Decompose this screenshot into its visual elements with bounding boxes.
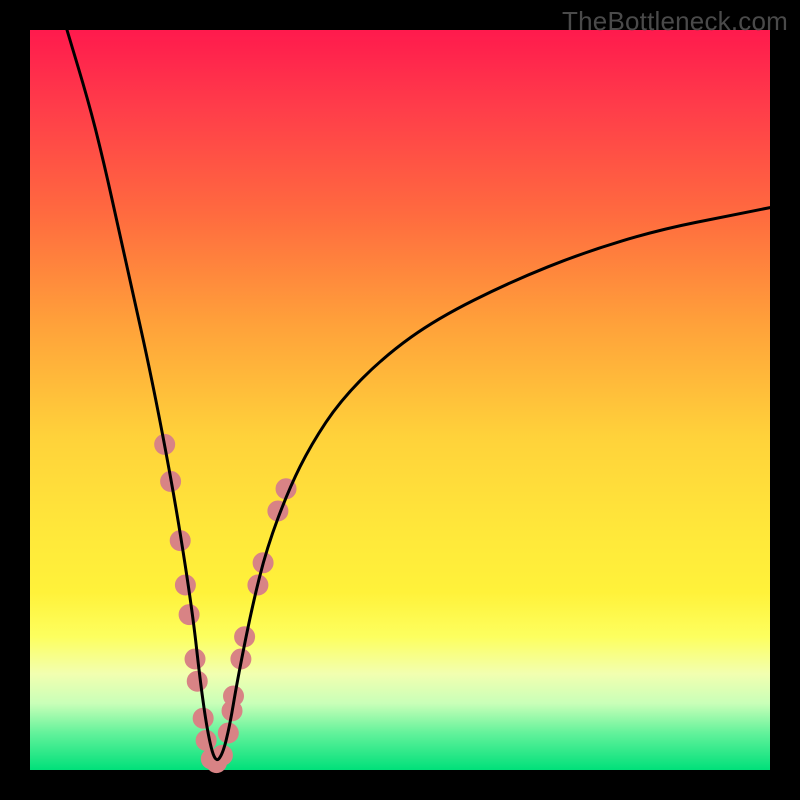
data-marker: [196, 730, 216, 750]
bottleneck-curve: [67, 30, 770, 760]
watermark-text: TheBottleneck.com: [562, 6, 788, 37]
marker-layer: [155, 434, 296, 772]
data-marker: [179, 605, 199, 625]
chart-frame: TheBottleneck.com: [0, 0, 800, 800]
data-marker: [185, 649, 205, 669]
data-marker: [187, 671, 207, 691]
data-marker: [175, 575, 195, 595]
chart-plot-area: [30, 30, 770, 770]
chart-svg: [30, 30, 770, 770]
